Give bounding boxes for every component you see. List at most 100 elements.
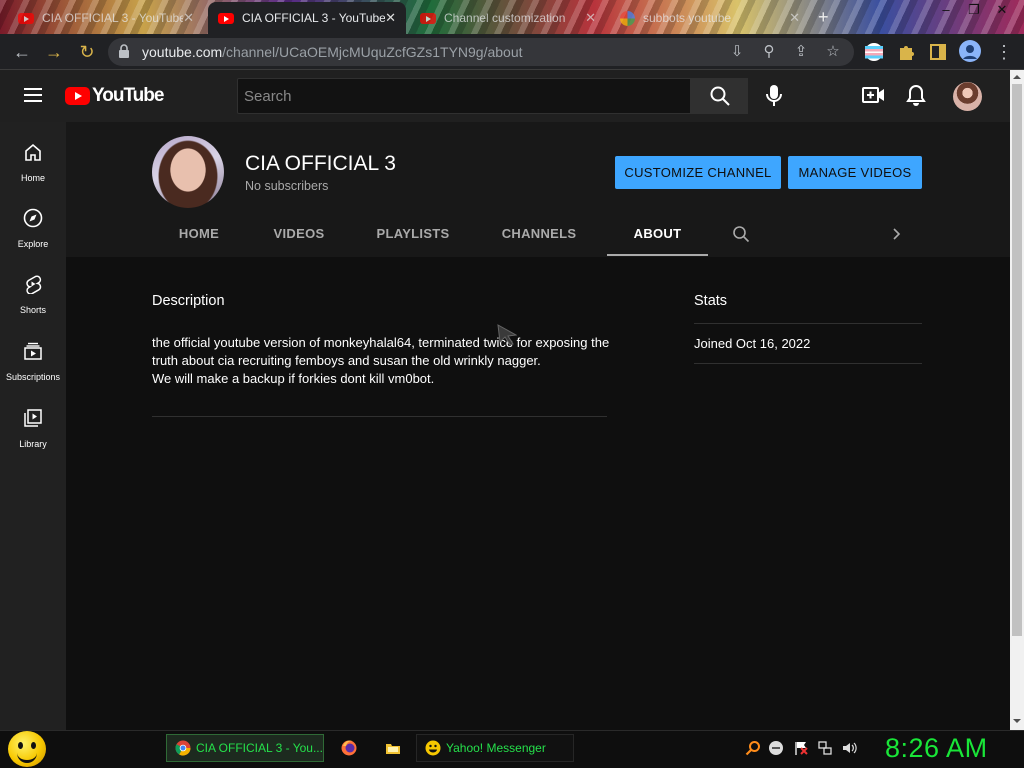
browser-tab-strip: CIA OFFICIAL 3 - YouTube ✕ CIA OFFICIAL … (0, 0, 1024, 34)
minimize-icon[interactable]: – (932, 2, 960, 17)
hamburger-menu-icon[interactable] (24, 88, 42, 102)
guide-item-shorts[interactable]: Shorts (0, 274, 66, 318)
tab-title: CIA OFFICIAL 3 - YouTube (242, 11, 386, 25)
mouse-cursor-icon (497, 324, 517, 346)
microphone-icon[interactable] (760, 80, 788, 112)
tray-search-icon[interactable] (745, 740, 761, 756)
maximize-icon[interactable]: ❐ (960, 2, 988, 18)
profile-flag-icon[interactable] (864, 42, 884, 62)
account-avatar[interactable] (953, 82, 982, 111)
browser-tab[interactable]: CIA OFFICIAL 3 - YouTube ✕ (8, 2, 204, 34)
taskbar-item-yahoo-messenger[interactable]: Yahoo! Messenger (416, 734, 574, 762)
tab-videos[interactable]: VIDEOS (252, 216, 346, 256)
library-icon (24, 409, 42, 427)
tray-network-icon[interactable] (817, 740, 833, 756)
divider (152, 416, 607, 417)
youtube-logo[interactable]: YouTube (65, 85, 164, 107)
joined-date: Joined Oct 16, 2022 (694, 336, 811, 351)
tray-flag-icon[interactable] (793, 740, 809, 756)
subscriptions-icon (24, 342, 42, 360)
share-icon[interactable]: ⇪ (792, 43, 810, 61)
divider (694, 363, 922, 364)
new-tab-button[interactable]: + (818, 7, 829, 28)
bookmark-star-icon[interactable]: ☆ (824, 43, 842, 61)
channel-name: CIA OFFICIAL 3 (245, 152, 396, 175)
description-heading: Description (152, 293, 225, 309)
tab-title: Channel customization (444, 11, 566, 25)
tab-playlists[interactable]: PLAYLISTS (364, 216, 462, 256)
divider (694, 323, 922, 324)
browser-toolbar: ← → ↻ youtube.com/channel/UCaOEMjcMUquZc… (0, 34, 1024, 70)
zoom-icon[interactable]: ⚲ (760, 43, 778, 61)
guide-item-explore[interactable]: Explore (0, 208, 66, 252)
taskbar-clock[interactable]: 8:26 AM (885, 733, 988, 764)
channel-avatar (152, 136, 224, 208)
search-input[interactable] (237, 78, 691, 114)
close-icon[interactable]: ✕ (385, 10, 396, 26)
reload-icon[interactable]: ↻ (76, 41, 98, 63)
install-icon[interactable]: ⇩ (728, 43, 746, 61)
description-line: We will make a backup if forkies dont ki… (152, 371, 435, 386)
forward-arrow-icon[interactable]: → (43, 41, 65, 63)
address-bar[interactable]: youtube.com/channel/UCaOEMjcMUquZcfGZs1T… (108, 38, 854, 66)
chevron-right-icon[interactable] (890, 227, 904, 241)
start-button-smiley-icon[interactable] (8, 731, 46, 767)
close-icon[interactable]: ✕ (789, 10, 800, 26)
guide-item-subscriptions[interactable]: Subscriptions (0, 341, 66, 385)
account-avatar-icon[interactable] (959, 40, 981, 62)
search-button[interactable] (691, 78, 748, 114)
menu-kebab-icon[interactable]: ⋮ (993, 41, 1015, 63)
chrome-icon (175, 740, 191, 756)
close-window-icon[interactable]: ✕ (988, 2, 1016, 18)
lock-icon (119, 44, 129, 58)
guide-item-label: Library (19, 439, 47, 449)
taskbar-item-label: Yahoo! Messenger (446, 741, 546, 755)
firefox-icon[interactable] (341, 740, 357, 756)
scroll-down-arrow-icon[interactable] (1012, 716, 1022, 726)
tab-about[interactable]: ABOUT (607, 216, 708, 256)
close-icon[interactable]: ✕ (183, 10, 194, 26)
stats-heading: Stats (694, 293, 728, 309)
scrollbar-thumb[interactable] (1012, 84, 1022, 636)
back-arrow-icon[interactable]: ← (11, 41, 33, 63)
taskbar-item-label: CIA OFFICIAL 3 - You... (196, 741, 323, 755)
compass-icon (23, 208, 43, 228)
close-icon[interactable]: ✕ (585, 10, 596, 26)
channel-search-icon[interactable] (732, 225, 750, 243)
guide-item-library[interactable]: Library (0, 408, 66, 452)
logo-wordmark: YouTube (92, 85, 164, 106)
channel-description: the official youtube version of monkeyha… (152, 334, 612, 388)
youtube-icon (18, 12, 34, 24)
url-text: youtube.com/channel/UCaOEMjcMUquZcfGZs1T… (142, 44, 523, 60)
tab-title: CIA OFFICIAL 3 - YouTube (42, 11, 184, 25)
taskbar-item-chrome[interactable]: CIA OFFICIAL 3 - You... (166, 734, 324, 762)
extensions-puzzle-icon[interactable] (896, 42, 916, 62)
tab-channels[interactable]: CHANNELS (490, 216, 588, 256)
customize-channel-button[interactable]: CUSTOMIZE CHANNEL (615, 156, 781, 189)
about-section (66, 257, 1010, 730)
browser-tab[interactable]: Channel customization ✕ (410, 2, 606, 34)
description-line: the official youtube version of monkeyha… (152, 335, 610, 350)
tray-volume-icon[interactable] (841, 740, 857, 756)
guide-item-label: Subscriptions (5, 372, 61, 382)
subscriber-count: No subscribers (245, 179, 329, 193)
tab-title: subbots youtube (643, 11, 732, 25)
side-panel-icon[interactable] (928, 42, 948, 62)
search-icon (710, 86, 730, 106)
yahoo-messenger-icon (425, 740, 441, 756)
guide-item-label: Home (20, 173, 45, 183)
tray-messenger-icon[interactable] (768, 740, 784, 756)
youtube-icon (420, 12, 436, 24)
guide-item-label: Explore (17, 239, 49, 249)
folder-icon[interactable] (385, 740, 401, 756)
browser-tab-active[interactable]: CIA OFFICIAL 3 - YouTube ✕ (208, 2, 406, 34)
create-video-icon[interactable] (860, 82, 886, 108)
guide-item-home[interactable]: Home (0, 142, 66, 186)
notifications-bell-icon[interactable] (903, 82, 929, 108)
browser-tab[interactable]: subbots youtube ✕ (610, 2, 810, 34)
manage-videos-button[interactable]: MANAGE VIDEOS (788, 156, 922, 189)
shorts-icon (26, 275, 42, 294)
tab-home[interactable]: HOME (152, 216, 246, 256)
scroll-up-arrow-icon[interactable] (1012, 72, 1022, 82)
youtube-icon (218, 12, 234, 24)
